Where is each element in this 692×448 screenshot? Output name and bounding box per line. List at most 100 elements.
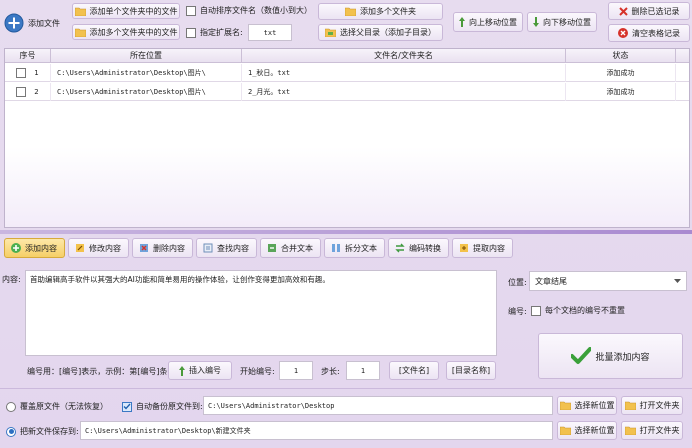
tab-encoding-convert[interactable]: 编码转换 [388, 238, 449, 258]
saveto-path-input[interactable]: C:\Users\Administrator\Desktop\新建文件夹 [80, 421, 553, 440]
filename-text: 2_月光。txt [248, 88, 291, 96]
row-checkbox-cell[interactable]: 2 [5, 83, 51, 101]
column-header-index[interactable]: 序号 [5, 49, 51, 63]
folder-icon [74, 7, 86, 16]
table-row[interactable]: 1 C:\Users\Administrator\Desktop\图片\ 1_秋… [5, 64, 689, 82]
move-down-label: 向下移动位置 [543, 17, 591, 27]
step-value: 1 [360, 366, 366, 375]
radio-circle-selected[interactable] [6, 426, 16, 437]
arrow-down-icon [533, 17, 539, 27]
backup-path-input[interactable]: C:\Users\Administrator\Desktop [203, 396, 553, 415]
radio-circle[interactable] [6, 401, 16, 412]
tab-find-content[interactable]: 查找内容 [196, 238, 257, 258]
move-up-button[interactable]: 向上移动位置 [453, 12, 523, 32]
numbering-no-reset-checkbox[interactable]: 每个文档的编号不重置 [531, 305, 625, 316]
location-text: C:\Users\Administrator\Desktop\图片\ [57, 69, 206, 77]
file-table[interactable]: 序号 所在位置 文件名/文件夹名 状态 1 C:\Users\Administr… [4, 48, 690, 228]
tab-modify-content[interactable]: 修改内容 [68, 238, 129, 258]
filename-text: 1_秋日。txt [248, 69, 291, 77]
step-label: 步长: [321, 367, 340, 376]
open-folder-label: 打开文件夹 [639, 401, 680, 410]
tab-split-text[interactable]: 拆分文本 [324, 238, 385, 258]
filename-tag-button[interactable]: [文件名] [389, 361, 439, 380]
choose-location-label: 选择新位置 [574, 401, 615, 410]
checkbox-box[interactable] [186, 5, 196, 16]
row-checkbox[interactable] [16, 68, 27, 78]
auto-sort-label: 自动排序文件名（数值小到大） [200, 6, 312, 15]
header-label: 序号 [19, 51, 36, 60]
backup-choose-location-button[interactable]: 选择新位置 [557, 396, 617, 415]
checkbox-box[interactable] [531, 305, 541, 316]
insert-icon [179, 365, 185, 376]
convert-icon [395, 243, 405, 253]
ext-input[interactable]: txt [248, 24, 292, 41]
row-location: C:\Users\Administrator\Desktop\图片\ [51, 64, 242, 82]
tab-label: 删除内容 [153, 243, 185, 253]
status-text: 添加成功 [606, 69, 635, 77]
add-multi-folder-files-button[interactable]: 添加多个文件夹中的文件 [72, 24, 180, 40]
table-row[interactable]: 2 C:\Users\Administrator\Desktop\图片\ 2_月… [5, 83, 689, 101]
add-multi-folders-button[interactable]: 添加多个文件夹 [318, 3, 443, 20]
panel-divider [0, 230, 692, 234]
output-divider [0, 388, 692, 389]
plus-circle-icon [4, 13, 24, 33]
insert-number-button[interactable]: 插入编号 [168, 361, 232, 380]
checkbox-box[interactable] [122, 401, 132, 412]
chevron-down-icon [674, 279, 681, 283]
saveto-choose-location-button[interactable]: 选择新位置 [557, 421, 617, 440]
backup-checkbox[interactable]: 自动备份原文件到: [122, 401, 203, 412]
edit-icon [76, 244, 84, 252]
folder-icon [559, 426, 571, 435]
close-x-icon [618, 6, 628, 16]
tab-merge-text[interactable]: 合并文本 [260, 238, 321, 258]
row-status: 添加成功 [566, 83, 676, 101]
open-folder-label: 打开文件夹 [639, 426, 680, 435]
add-single-folder-files-button[interactable]: 添加单个文件夹中的文件 [72, 3, 180, 19]
delete-selected-label: 删除已选记录 [631, 6, 680, 16]
move-down-button[interactable]: 向下移动位置 [527, 12, 597, 32]
start-number-input[interactable]: 1 [279, 361, 313, 380]
column-header-location[interactable]: 所在位置 [51, 49, 242, 63]
folder-open-icon [624, 401, 636, 410]
tab-extract-content[interactable]: 提取内容 [452, 238, 513, 258]
add-file-label: 添加文件 [28, 18, 60, 28]
folder-icon [74, 28, 86, 37]
add-file-button[interactable]: 添加文件 [4, 6, 66, 40]
clear-table-button[interactable]: 清空表格记录 [608, 24, 690, 42]
specify-ext-label: 指定扩展名: [200, 28, 243, 37]
column-header-status[interactable]: 状态 [566, 49, 676, 63]
find-doc-icon [203, 243, 213, 253]
location-text: C:\Users\Administrator\Desktop\图片\ [57, 88, 206, 96]
tab-delete-content[interactable]: 删除内容 [132, 238, 193, 258]
auto-sort-checkbox[interactable]: 自动排序文件名（数值小到大） [186, 5, 312, 16]
arrow-up-icon [459, 17, 465, 27]
select-parent-dir-button[interactable]: 选择父目录（添加子目录） [318, 24, 443, 41]
filename-tag-label: [文件名] [398, 366, 430, 375]
select-parent-dir-label: 选择父目录（添加子目录） [340, 28, 436, 37]
row-checkbox[interactable] [16, 87, 27, 97]
batch-add-button[interactable]: 批量添加内容 [538, 333, 683, 379]
row-checkbox-cell[interactable]: 1 [5, 64, 51, 82]
saveto-open-folder-button[interactable]: 打开文件夹 [621, 421, 683, 440]
specify-ext-checkbox[interactable]: 指定扩展名: [186, 27, 243, 38]
position-select[interactable]: 文章结尾 [529, 271, 687, 291]
saveto-radio[interactable]: 把新文件保存到: [6, 426, 79, 437]
tab-add-content[interactable]: 添加内容 [4, 238, 65, 258]
column-header-filename[interactable]: 文件名/文件夹名 [242, 49, 566, 63]
step-input[interactable]: 1 [346, 361, 380, 380]
status-text: 添加成功 [606, 88, 635, 96]
ext-value: txt [263, 28, 277, 37]
overwrite-radio[interactable]: 覆盖原文件（无法恢复） [6, 401, 108, 412]
backup-label: 自动备份原文件到: [136, 402, 203, 411]
dirname-tag-button[interactable]: [目录名称] [446, 361, 496, 380]
checkbox-box[interactable] [186, 27, 196, 38]
content-textarea[interactable]: 首助编辑高手软件以其强大的AI功能和简单易用的操作体验，让创作变得更加高效和有趣… [25, 270, 497, 356]
row-location: C:\Users\Administrator\Desktop\图片\ [51, 83, 242, 101]
row-filename: 1_秋日。txt [242, 64, 566, 82]
tab-label: 拆分文本 [345, 243, 377, 253]
backup-open-folder-button[interactable]: 打开文件夹 [621, 396, 683, 415]
checkmark-icon [571, 347, 592, 364]
delete-selected-button[interactable]: 删除已选记录 [608, 2, 690, 20]
batch-add-label: 批量添加内容 [595, 352, 650, 363]
add-multi-folders-label: 添加多个文件夹 [360, 7, 416, 16]
